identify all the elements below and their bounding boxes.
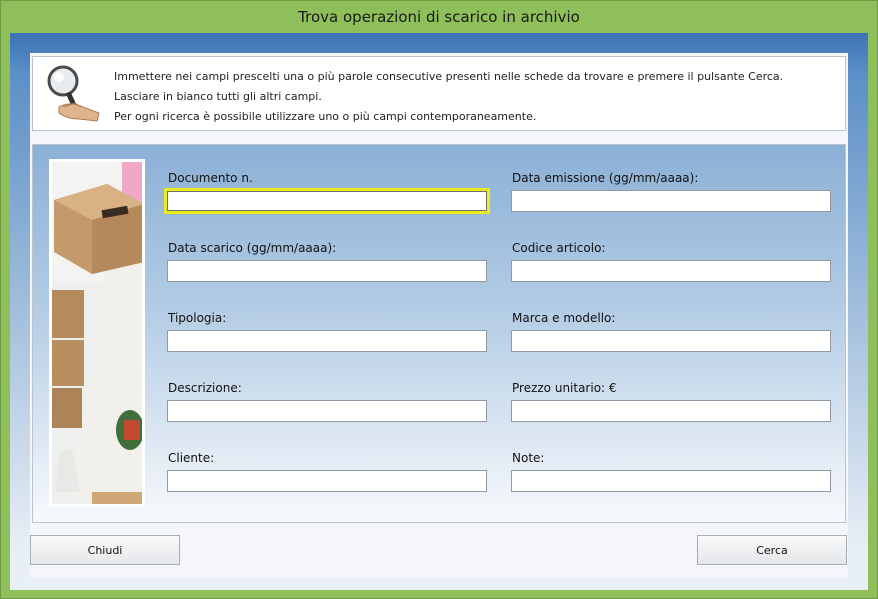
close-button[interactable]: Chiudi bbox=[30, 535, 180, 565]
dialog-content: Immettere nei campi prescelti una o più … bbox=[30, 53, 848, 578]
instructions-text: Immettere nei campi prescelti una o più … bbox=[114, 67, 783, 127]
cliente-label: Cliente: bbox=[168, 451, 215, 465]
data-emissione-input[interactable] bbox=[511, 190, 831, 212]
descrizione-label: Descrizione: bbox=[168, 381, 242, 395]
moving-boxes-image bbox=[52, 162, 142, 504]
data-emissione-label: Data emissione (gg/mm/aaaa): bbox=[512, 171, 699, 185]
instruction-line: Lasciare in bianco tutti gli altri campi… bbox=[114, 90, 322, 103]
search-button[interactable]: Cerca bbox=[697, 535, 847, 565]
data-scarico-input[interactable] bbox=[167, 260, 487, 282]
instructions-box: Immettere nei campi prescelti una o più … bbox=[32, 56, 846, 131]
search-fields-panel: Documento n. Data emissione (gg/mm/aaaa)… bbox=[32, 144, 846, 523]
descrizione-input[interactable] bbox=[167, 400, 487, 422]
tipologia-input[interactable] bbox=[167, 330, 487, 352]
prezzo-unitario-input[interactable] bbox=[511, 400, 831, 422]
instruction-line: Immettere nei campi prescelti una o più … bbox=[114, 70, 784, 83]
codice-articolo-label: Codice articolo: bbox=[512, 241, 606, 255]
documento-label: Documento n. bbox=[168, 171, 253, 185]
documento-input[interactable] bbox=[164, 188, 490, 214]
window-title: Trova operazioni di scarico in archivio bbox=[298, 8, 580, 26]
instruction-line: Per ogni ricerca è possibile utilizzare … bbox=[114, 110, 537, 123]
tipologia-label: Tipologia: bbox=[168, 311, 227, 325]
boxes-photo bbox=[49, 159, 145, 507]
data-scarico-label: Data scarico (gg/mm/aaaa): bbox=[168, 241, 337, 255]
marca-modello-input[interactable] bbox=[511, 330, 831, 352]
magnifier-hand-icon bbox=[47, 65, 100, 122]
note-input[interactable] bbox=[511, 470, 831, 492]
cliente-input[interactable] bbox=[167, 470, 487, 492]
prezzo-unitario-label: Prezzo unitario: € bbox=[512, 381, 617, 395]
codice-articolo-input[interactable] bbox=[511, 260, 831, 282]
dialog-window: Trova operazioni di scarico in archivio … bbox=[0, 0, 878, 599]
marca-modello-label: Marca e modello: bbox=[512, 311, 616, 325]
note-label: Note: bbox=[512, 451, 545, 465]
dialog-frame: Immettere nei campi prescelti una o più … bbox=[10, 33, 868, 590]
